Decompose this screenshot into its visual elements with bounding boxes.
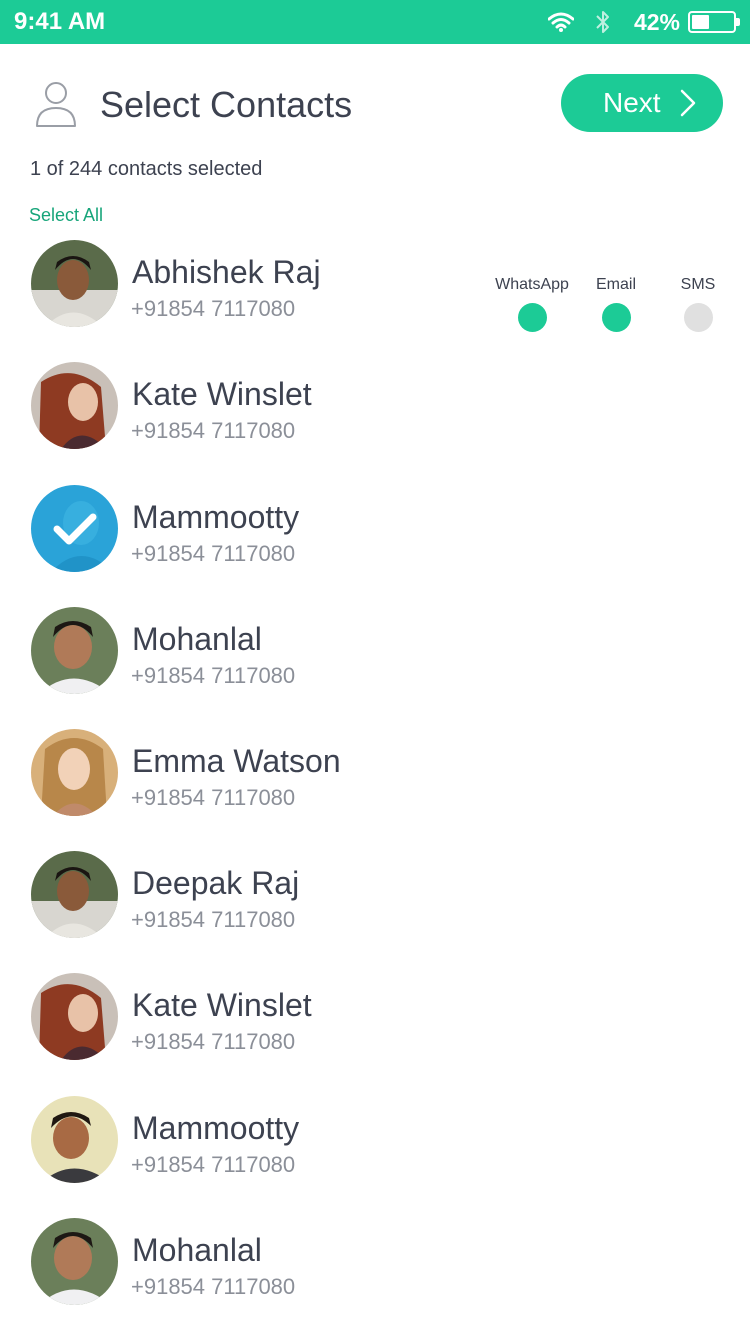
channel-toggle-dot[interactable] [601,303,631,332]
contact-row[interactable]: Mohanlal +91854 7117080 [0,1206,750,1316]
contact-row[interactable]: Kate Winslet +91854 7117080 [0,350,750,460]
avatar [31,729,118,816]
chevron-right-icon [680,89,696,117]
contact-name: Mammootty [132,499,300,535]
status-bar: 9:41 AM 42% [0,0,750,44]
avatar [31,240,118,327]
next-label: Next [603,87,661,118]
avatar-photo [31,851,118,938]
status-time: 9:41 AM [14,8,106,35]
battery-fill [692,15,709,29]
avatar [31,973,118,1060]
avatar-photo [31,485,118,572]
channel-toggle-dot[interactable] [683,303,713,332]
bluetooth-icon [596,11,609,33]
avatar [31,1096,118,1183]
contact-phone: +91854 7117080 [131,1029,296,1054]
wifi-icon [547,12,574,32]
avatar [31,851,118,938]
channel-selector: WhatsApp Email SMS [490,275,730,335]
contact-phone: +91854 7117080 [131,541,296,566]
contact-phone: +91854 7117080 [131,663,296,688]
avatar [31,362,118,449]
contact-name: Mohanlal [132,1232,262,1268]
battery-icon [688,11,740,33]
contact-name: Emma Watson [132,743,341,779]
contact-row[interactable]: Deepak Raj +91854 7117080 [0,839,750,949]
contact-phone: +91854 7117080 [131,1152,296,1177]
avatar-photo [31,729,118,816]
avatar-photo [31,362,118,449]
channel-label: WhatsApp [495,276,569,293]
contact-name: Deepak Raj [132,865,300,901]
contact-phone: +91854 7117080 [131,785,296,810]
contact-name: Kate Winslet [132,987,312,1023]
contact-name: Abhishek Raj [132,254,321,290]
contact-phone: +91854 7117080 [131,1274,296,1299]
avatar-photo [31,607,118,694]
page-title: Select Contacts [100,84,353,125]
select-all-link[interactable]: Select All [29,205,103,226]
contact-name: Mohanlal [132,621,262,657]
selected-count: 1 of 244 contacts selected [30,158,263,180]
contact-name: Mammootty [132,1110,300,1146]
user-icon [36,82,76,127]
channel-label: SMS [680,276,716,293]
channel-email[interactable]: Email [574,275,658,335]
contact-row-selected[interactable]: Mammootty +91854 7117080 [0,473,750,583]
next-button[interactable]: Next [561,74,723,132]
header: Select Contacts Next [0,44,750,164]
status-indicators: 42% [547,6,740,38]
contact-phone: +91854 7117080 [131,418,296,443]
channel-sms[interactable]: SMS [656,275,740,335]
contact-phone: +91854 7117080 [131,907,296,932]
avatar [31,607,118,694]
channel-toggle-dot[interactable] [517,303,547,332]
channel-whatsapp[interactable]: WhatsApp [490,275,574,335]
avatar-photo [31,1096,118,1183]
avatar-photo [31,973,118,1060]
avatar-photo [31,240,118,327]
avatar [31,1218,118,1305]
contact-phone: +91854 7117080 [131,296,296,321]
battery-percent: 42% [633,8,680,35]
avatar-photo [31,1218,118,1305]
contact-row[interactable]: Mammootty +91854 7117080 [0,1084,750,1194]
contact-name: Kate Winslet [132,376,312,412]
channel-label: Email [595,276,636,293]
avatar-selected [31,485,118,572]
contact-row[interactable]: Emma Watson +91854 7117080 [0,717,750,827]
contact-row[interactable]: Mohanlal +91854 7117080 [0,595,750,705]
contact-row[interactable]: Kate Winslet +91854 7117080 [0,961,750,1071]
